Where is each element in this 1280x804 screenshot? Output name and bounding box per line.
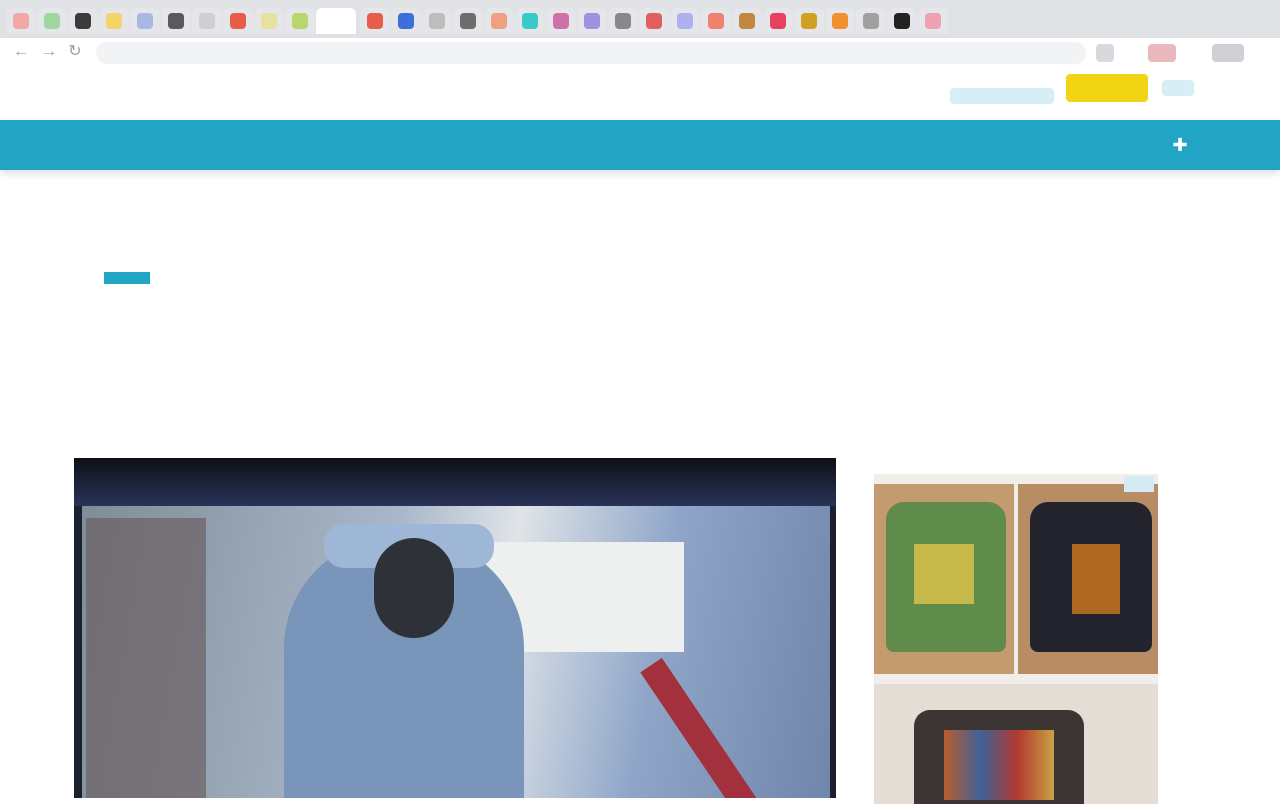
tab-favicon-icon: [230, 13, 246, 29]
reload-icon[interactable]: ↻: [64, 41, 86, 63]
advertisement[interactable]: [874, 474, 1158, 804]
tab-favicon-icon: [367, 13, 383, 29]
browser-tab[interactable]: [701, 8, 731, 34]
tab-favicon-icon: [44, 13, 60, 29]
browser-tab[interactable]: [856, 8, 886, 34]
tab-favicon-icon: [770, 13, 786, 29]
tab-favicon-icon: [522, 13, 538, 29]
browser-tab[interactable]: [391, 8, 421, 34]
tab-favicon-icon: [615, 13, 631, 29]
tab-favicon-icon: [323, 13, 339, 29]
tab-favicon-icon: [739, 13, 755, 29]
search-icon[interactable]: ✚: [1168, 133, 1192, 157]
subscribe-button[interactable]: [1066, 74, 1148, 102]
tab-favicon-icon: [894, 13, 910, 29]
tab-favicon-icon: [801, 13, 817, 29]
browser-tab[interactable]: [6, 8, 36, 34]
browser-tab[interactable]: [192, 8, 222, 34]
tab-favicon-icon: [261, 13, 277, 29]
browser-tab[interactable]: [453, 8, 483, 34]
browser-tab[interactable]: [484, 8, 514, 34]
tab-favicon-icon: [553, 13, 569, 29]
tab-favicon-icon: [429, 13, 445, 29]
shirt-pattern: [1072, 544, 1120, 614]
tab-favicon-icon: [137, 13, 153, 29]
lab-equipment: [86, 518, 206, 798]
tab-favicon-icon: [168, 13, 184, 29]
channel-logo: [704, 478, 800, 510]
tab-favicon-icon: [708, 13, 724, 29]
tab-favicon-icon: [832, 13, 848, 29]
tab-favicon-icon: [292, 13, 308, 29]
tab-favicon-icon: [646, 13, 662, 29]
section-tag[interactable]: [104, 272, 150, 284]
browser-tab[interactable]: [670, 8, 700, 34]
browser-tab-strip: [0, 0, 1280, 38]
tab-favicon-icon: [75, 13, 91, 29]
technician-head: [374, 538, 454, 638]
bookmark-icon[interactable]: [1096, 44, 1114, 62]
tab-favicon-icon: [863, 13, 879, 29]
user-icon[interactable]: [1162, 80, 1194, 96]
browser-tab[interactable]: [763, 8, 793, 34]
tab-favicon-icon: [199, 13, 215, 29]
browser-tab[interactable]: [546, 8, 576, 34]
top-strip-link[interactable]: [950, 88, 1054, 104]
browser-tab[interactable]: [422, 8, 452, 34]
browser-tab[interactable]: [515, 8, 545, 34]
browser-tab[interactable]: [223, 8, 253, 34]
browser-tab[interactable]: [99, 8, 129, 34]
browser-tab[interactable]: [285, 8, 315, 34]
tab-favicon-icon: [491, 13, 507, 29]
browser-tab[interactable]: [37, 8, 67, 34]
tab-favicon-icon: [13, 13, 29, 29]
browser-tab[interactable]: [918, 8, 948, 34]
extension-icon[interactable]: [1148, 44, 1176, 62]
browser-tab[interactable]: [732, 8, 762, 34]
tab-favicon-icon: [398, 13, 414, 29]
browser-tab[interactable]: [825, 8, 855, 34]
browser-tab[interactable]: [887, 8, 917, 34]
browser-tab[interactable]: [608, 8, 638, 34]
profile-icon[interactable]: [1212, 44, 1244, 62]
browser-tab[interactable]: [68, 8, 98, 34]
tab-favicon-icon: [584, 13, 600, 29]
tab-favicon-icon: [106, 13, 122, 29]
browser-tab[interactable]: [639, 8, 669, 34]
shirt-pattern: [914, 544, 974, 604]
tab-favicon-icon: [925, 13, 941, 29]
arrow-right-icon[interactable]: →: [38, 41, 60, 63]
arrow-left-icon[interactable]: ←: [10, 41, 32, 63]
browser-tab[interactable]: [130, 8, 160, 34]
browser-tab[interactable]: [161, 8, 191, 34]
ad-choices-icon[interactable]: [1124, 476, 1154, 492]
browser-tab[interactable]: [360, 8, 390, 34]
tab-favicon-icon: [677, 13, 693, 29]
main-navigation: ✚: [0, 120, 1280, 170]
browser-tab[interactable]: [316, 8, 356, 34]
tab-favicon-icon: [460, 13, 476, 29]
address-bar[interactable]: [96, 42, 1086, 64]
browser-tab[interactable]: [577, 8, 607, 34]
browser-tab[interactable]: [254, 8, 284, 34]
browser-tab[interactable]: [794, 8, 824, 34]
browser-toolbar: ← → ↻: [0, 38, 1280, 69]
